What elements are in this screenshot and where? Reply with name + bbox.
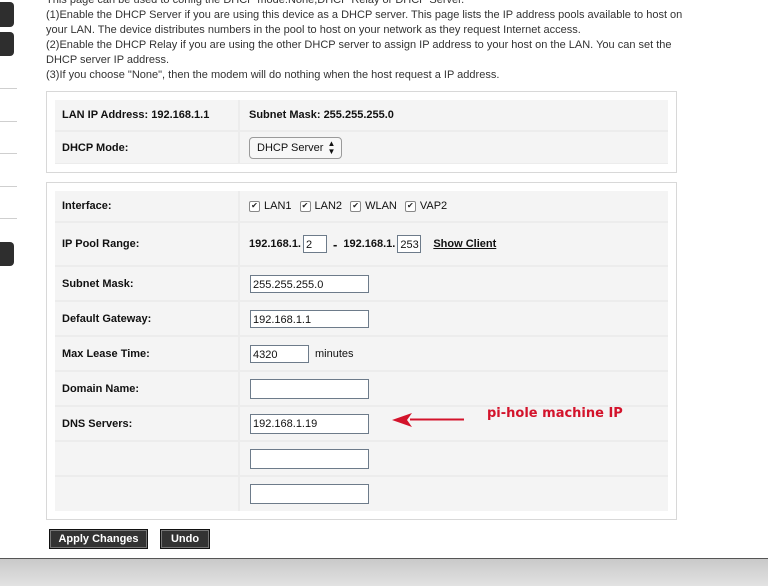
lease-label: Max Lease Time: <box>55 337 238 370</box>
sidebar-tab-3[interactable] <box>0 242 14 266</box>
pool-start-prefix: 192.168.1. <box>249 238 301 250</box>
interface-checkbox-vap2[interactable]: ✔ VAP2 <box>404 200 448 212</box>
lan-info-panel: LAN IP Address: 192.168.1.1 Subnet Mask:… <box>46 91 677 173</box>
checkbox-checked-icon: ✔ <box>350 200 362 212</box>
interface-label: Interface: <box>55 191 238 221</box>
dhcp-mode-select[interactable]: DHCP Server ▲ ▼ <box>249 136 343 159</box>
dns-server-1-input[interactable]: 192.168.1.19 <box>250 413 369 434</box>
footer-bar <box>0 558 768 586</box>
empty-label <box>55 477 238 511</box>
interface-checkbox-wlan[interactable]: ✔ WLAN <box>350 200 397 212</box>
domain-row: Domain Name: <box>55 372 668 405</box>
domain-input[interactable] <box>250 378 369 399</box>
show-client-button[interactable]: Show Client <box>433 238 496 250</box>
pool-start-input[interactable]: 2 <box>303 235 327 253</box>
undo-button[interactable]: Undo <box>160 529 210 549</box>
checkbox-checked-icon: ✔ <box>249 200 260 212</box>
sidebar-divider <box>0 186 17 187</box>
interface-name: LAN2 <box>314 200 343 212</box>
intro-line: DHCP server IP address. <box>46 54 170 66</box>
intro-line: (2)Enable the DHCP Relay if you are usin… <box>46 39 672 51</box>
dns-row-2 <box>55 442 668 475</box>
subnet-input[interactable]: 255.255.255.0 <box>250 274 369 293</box>
intro-line: (1)Enable the DHCP Server if you are usi… <box>46 9 683 21</box>
lease-unit: minutes <box>315 347 354 360</box>
empty-label <box>55 442 238 475</box>
range-dash: - <box>333 236 338 252</box>
domain-label: Domain Name: <box>55 372 238 405</box>
dhcp-mode-value: DHCP Server <box>257 141 324 154</box>
dhcp-settings-panel: Interface: ✔ LAN1 ✔ LAN2 ✔ WLAN ✔ VAP2 IP Po… <box>46 182 677 520</box>
checkbox-checked-icon: ✔ <box>404 200 416 212</box>
ip-pool-label: IP Pool Range: <box>55 223 238 265</box>
lease-row: Max Lease Time: 4320 minutes <box>55 337 668 370</box>
interface-checkbox-lan2[interactable]: ✔ LAN2 <box>299 200 343 212</box>
annotation-label: pi-hole machine IP <box>487 406 623 421</box>
intro-line: (3)If you choose "None", then the modem … <box>46 69 500 81</box>
subnet-label: Subnet Mask: <box>55 267 238 300</box>
interface-row: Interface: ✔ LAN1 ✔ LAN2 ✔ WLAN ✔ VAP2 <box>55 191 668 221</box>
checkbox-checked-icon: ✔ <box>299 200 311 212</box>
dns-label: DNS Servers: <box>55 407 238 440</box>
gateway-input[interactable]: 192.168.1.1 <box>250 309 369 328</box>
interface-name: WLAN <box>365 200 397 212</box>
dns-server-2-input[interactable] <box>250 448 369 469</box>
lan-info-row: LAN IP Address: 192.168.1.1 Subnet Mask:… <box>55 100 668 130</box>
sidebar-divider <box>0 153 17 154</box>
interface-name: LAN1 <box>264 200 292 212</box>
gateway-row: Default Gateway: 192.168.1.1 <box>55 302 668 335</box>
intro-text: This page can be used to config the DHCP… <box>46 0 686 83</box>
dns-row-3 <box>55 477 668 511</box>
sidebar-divider <box>0 88 17 89</box>
lan-ip-text: LAN IP Address: 192.168.1.1 <box>55 100 238 130</box>
subnet-row: Subnet Mask: 255.255.255.0 <box>55 267 668 300</box>
ip-pool-row: IP Pool Range: 192.168.1. 2 - 192.168.1.… <box>55 223 668 265</box>
interface-name: VAP2 <box>419 200 448 212</box>
dns-server-3-input[interactable] <box>250 484 369 504</box>
dhcp-mode-label: DHCP Mode: <box>55 132 238 163</box>
red-arrow-icon <box>392 413 464 427</box>
intro-line: your LAN. The device distributes numbers… <box>46 24 581 36</box>
gateway-label: Default Gateway: <box>55 302 238 335</box>
dhcp-mode-row: DHCP Mode: DHCP Server ▲ ▼ <box>55 132 668 163</box>
interface-checkbox-lan1[interactable]: ✔ LAN1 <box>249 200 292 212</box>
subnet-text: Subnet Mask: 255.255.255.0 <box>240 100 668 130</box>
pool-end-prefix: 192.168.1. <box>343 238 396 250</box>
lease-input[interactable]: 4320 <box>250 344 309 363</box>
apply-changes-button[interactable]: Apply Changes <box>49 529 148 549</box>
sidebar-tab-2[interactable] <box>0 32 14 56</box>
select-arrows-icon: ▲ ▼ <box>327 138 336 156</box>
sidebar-divider <box>0 218 17 219</box>
intro-line: This page can be used to config the DHCP… <box>46 0 465 6</box>
pool-end-input[interactable]: 253 <box>397 235 422 253</box>
sidebar-tab-1[interactable] <box>0 2 14 27</box>
sidebar-divider <box>0 121 17 122</box>
